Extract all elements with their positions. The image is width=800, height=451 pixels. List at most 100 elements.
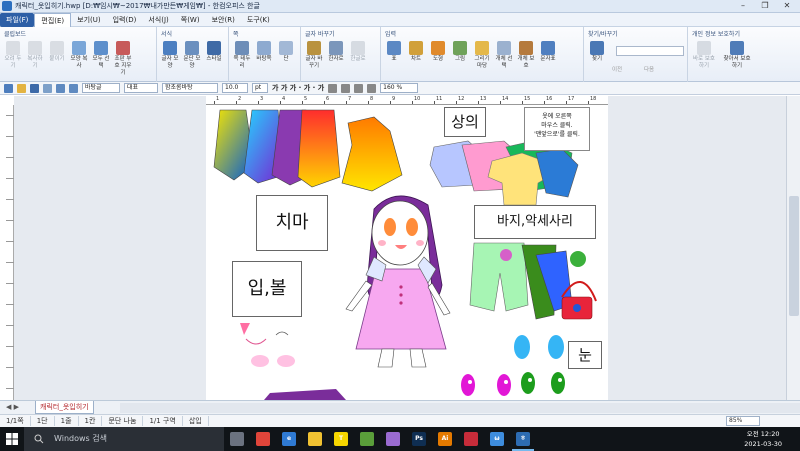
undo-icon[interactable]	[56, 83, 65, 93]
select-all-button[interactable]: 모두 선택	[91, 41, 111, 77]
taskbar-app-photoshop[interactable]: Ps	[406, 427, 432, 451]
status-column: 1단	[31, 416, 55, 426]
partial-dress-clipart[interactable]	[264, 389, 346, 400]
find-input[interactable]	[616, 46, 684, 56]
menu-format[interactable]: 서식(J)	[142, 13, 174, 27]
drawing-gallery-button[interactable]: 그리기마당	[472, 41, 492, 70]
eyes-clipart-group[interactable]	[461, 335, 565, 396]
taskbar-app-file-explorer[interactable]	[302, 427, 328, 451]
object-protect-button[interactable]: 개체 보호	[516, 41, 536, 70]
taskbar-app-minecraft[interactable]	[354, 427, 380, 451]
symbol-button[interactable]: 문자표	[538, 41, 558, 70]
protect-now-button[interactable]: 바로 보호하기	[691, 41, 717, 70]
taskbar-app-edge[interactable]: e	[276, 427, 302, 451]
horizontal-ruler[interactable]: 1 2 3 4 5 6 7 8 9 10 11 12 13 14 15 16 17 18	[206, 96, 608, 105]
find-next-button[interactable]: 다음	[644, 65, 654, 73]
ruler-label: 2	[238, 96, 242, 102]
status-insert-mode[interactable]: 삽입	[183, 416, 209, 426]
file-explorer-icon	[308, 432, 322, 446]
taskbar-search[interactable]: Windows 검색	[24, 427, 224, 451]
label-skirt[interactable]: 치마	[256, 195, 328, 251]
new-doc-icon[interactable]	[4, 83, 13, 93]
to-hanja-button[interactable]: 한자로	[326, 41, 346, 70]
find-protect-button[interactable]: 찾아서 보호하기	[723, 41, 751, 70]
char-replace-button[interactable]: 글자 바꾸기	[304, 41, 324, 70]
find-prev-button[interactable]: 이전	[612, 65, 622, 73]
align-left-icon[interactable]	[341, 83, 351, 93]
taskbar-app-task-view[interactable]	[224, 427, 250, 451]
font-size-input[interactable]: 10.0	[222, 83, 248, 93]
tab-document[interactable]: 캐릭터_옷입히기	[35, 401, 94, 414]
start-button[interactable]	[0, 427, 24, 451]
scroll-thumb[interactable]	[789, 196, 799, 316]
taskbar-app-chrome[interactable]	[250, 427, 276, 451]
object-select-button[interactable]: 개체 선택	[494, 41, 514, 70]
document-page[interactable]: 상의 옷에 오른쪽 마우스 클릭. '맨앞으로'를 클릭. 치마 바지,악세사리…	[206, 105, 608, 400]
to-hangul-button[interactable]: 한글로	[348, 41, 368, 70]
menu-tools[interactable]: 도구(K)	[241, 13, 276, 27]
menu-edit[interactable]: 편집(E)	[34, 12, 72, 27]
vertical-ruler[interactable]	[6, 105, 14, 400]
label-lips-cheeks[interactable]: 입,볼	[232, 261, 302, 317]
font-style-buttons[interactable]: 가 가 가 · 가 · 가	[272, 83, 324, 93]
game-icon	[386, 432, 400, 446]
status-zoom-select[interactable]: 85%	[726, 416, 760, 426]
align-right-icon[interactable]	[354, 83, 364, 93]
taskbar-clock[interactable]: 오전 12:20 2021-03-30	[744, 429, 782, 449]
column-button[interactable]: 단	[276, 41, 296, 70]
instruction-note[interactable]: 옷에 오른쪽 마우스 클릭. '맨앞으로'를 클릭.	[524, 107, 590, 151]
minimize-button[interactable]: –	[732, 0, 754, 12]
close-button[interactable]: ✕	[776, 0, 798, 12]
open-folder-icon[interactable]	[17, 83, 26, 93]
taskbar-app-kakaotalk[interactable]: T	[328, 427, 354, 451]
menu-security[interactable]: 보안(R)	[206, 13, 241, 27]
tab-nav-arrows[interactable]: ◀ ▶	[6, 403, 19, 411]
redo-icon[interactable]	[69, 83, 78, 93]
master-page-button[interactable]: 바탕쪽	[254, 41, 274, 70]
symbol-icon	[541, 41, 555, 55]
paper-doll-figure[interactable]	[345, 195, 451, 368]
find-button[interactable]: 찾기	[587, 41, 607, 63]
char-shape-button[interactable]: 글자 모양	[160, 41, 180, 70]
para-shape-button[interactable]: 문단 모양	[182, 41, 202, 70]
lips-cheeks-clipart[interactable]	[240, 323, 295, 367]
taskbar-app-whale[interactable]: ω	[484, 427, 510, 451]
paste-button[interactable]: 붙이기	[47, 41, 67, 77]
align-justify-icon[interactable]	[328, 83, 338, 93]
style-button[interactable]: 스타일	[204, 41, 224, 70]
taskbar-app-game[interactable]	[380, 427, 406, 451]
zoom-select[interactable]: 160 %	[380, 83, 419, 93]
format-copy-button[interactable]: 모양 복사	[69, 41, 89, 77]
unit-select[interactable]: pt	[252, 83, 268, 93]
style-select[interactable]: 바탕글	[82, 83, 120, 93]
menu-file[interactable]: 파일(F)	[0, 12, 35, 27]
menu-insert[interactable]: 입력(D)	[107, 13, 143, 27]
page-border-button[interactable]: 쪽 테두리	[232, 41, 252, 70]
ruler-label: 12	[458, 96, 465, 102]
language-select[interactable]: 대표	[124, 83, 158, 93]
dress-clipart-group[interactable]	[213, 109, 403, 192]
menu-view[interactable]: 보기(U)	[71, 13, 106, 27]
align-center-icon[interactable]	[367, 83, 377, 93]
maximize-button[interactable]: ❐	[754, 0, 776, 12]
taskbar-app-hangul[interactable]: ㅎ	[510, 427, 536, 451]
taskbar-app-app[interactable]	[458, 427, 484, 451]
copy-button[interactable]: 복사하기	[25, 41, 45, 77]
chart-button[interactable]: 차트	[406, 41, 426, 70]
label-eyes[interactable]: 눈	[568, 341, 602, 369]
horizontal-scrollbar[interactable]	[120, 403, 800, 413]
picture-button[interactable]: 그림	[450, 41, 470, 70]
vertical-scrollbar[interactable]	[786, 96, 800, 400]
cut-button[interactable]: 오려 두기	[3, 41, 23, 77]
table-button[interactable]: 표	[384, 41, 404, 70]
menu-page[interactable]: 쪽(W)	[175, 13, 206, 27]
clear-codes-button[interactable]: 조판 부호 지우기	[113, 41, 133, 77]
taskbar-app-illustrator[interactable]: Ai	[432, 427, 458, 451]
font-select[interactable]: 함초롬바탕	[162, 83, 218, 93]
shape-button[interactable]: 도형	[428, 41, 448, 70]
label-pants-accessories[interactable]: 바지,악세사리	[474, 205, 596, 239]
save-icon[interactable]	[30, 83, 39, 93]
label-top[interactable]: 상의	[444, 107, 486, 137]
page-border-icon	[235, 41, 249, 55]
print-icon[interactable]	[43, 83, 52, 93]
